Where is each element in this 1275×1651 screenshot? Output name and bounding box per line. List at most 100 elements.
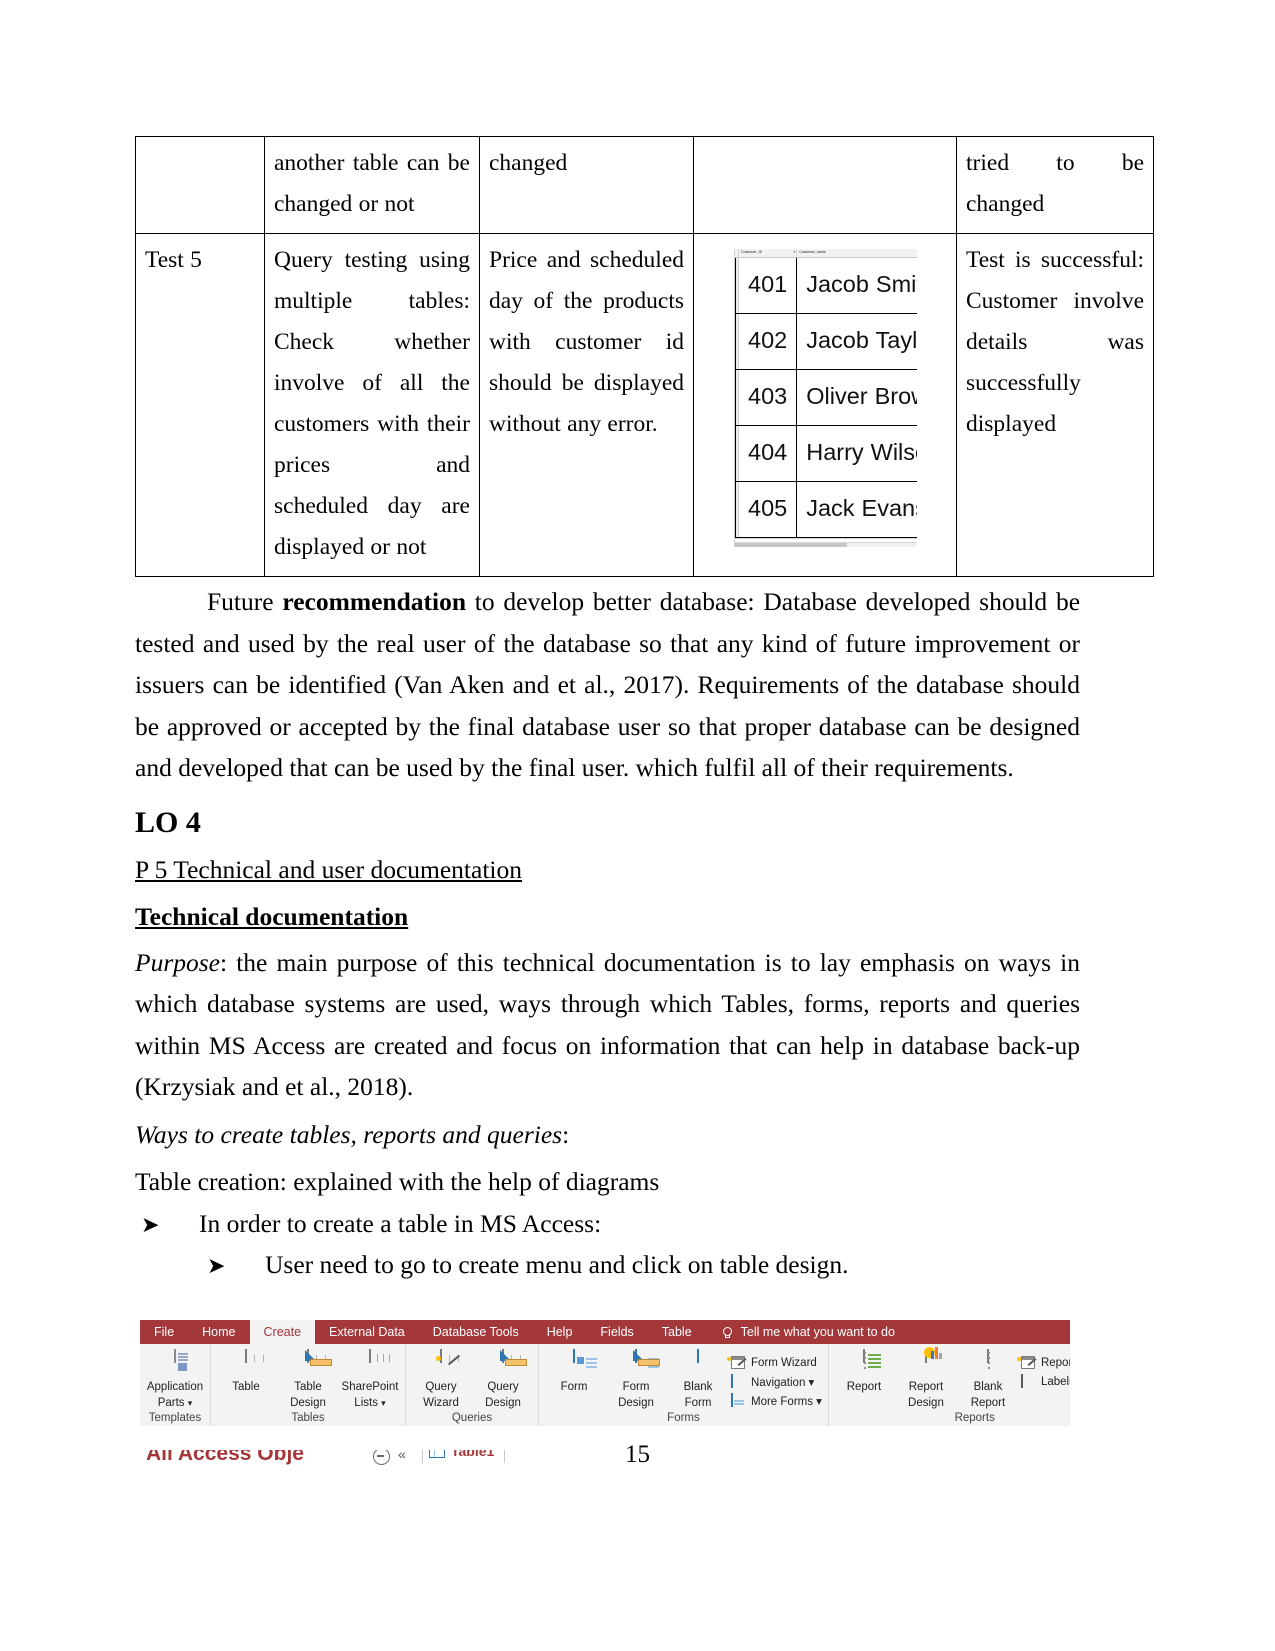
table-design-button[interactable]: Table Design [279, 1349, 337, 1410]
cell-customer-id: 405 [737, 480, 798, 538]
ribbon-group-label: Forms [667, 1412, 700, 1424]
form-design-button[interactable]: Form Design [607, 1349, 665, 1410]
ribbon-group-items: Application Parts ▾ [146, 1344, 204, 1410]
forms-small-commands: Form Wizard Navigation ▾ More Forms ▾ [727, 1350, 822, 1408]
sharepoint-lists-icon [355, 1349, 390, 1378]
table-icon [231, 1349, 264, 1378]
button-label-line2: Design [290, 1397, 326, 1409]
query-wizard-button[interactable]: Query Wizard [412, 1349, 470, 1410]
cell-customer-name: Jacob Smith [796, 256, 917, 314]
ways-heading: Ways to create tables, reports and queri… [135, 1114, 1080, 1156]
p5-heading-text: P 5 Technical and user documentation [135, 854, 522, 884]
cell-expected: Price and scheduled day of the products … [479, 233, 694, 577]
lightbulb-icon [722, 1326, 732, 1338]
ribbon-group-label: Tables [291, 1412, 325, 1424]
table-creation-line: Table creation: explained with the help … [135, 1167, 660, 1196]
ribbon-tab-fields[interactable]: Fields [586, 1320, 647, 1344]
document-page: another table can be changed or not chan… [0, 0, 1275, 1651]
page-content: another table can be changed or not chan… [135, 136, 1154, 1286]
ribbon-group-items: Query Wizard Query Design [412, 1344, 532, 1410]
ribbon-tab-home[interactable]: Home [188, 1320, 249, 1344]
ribbon-tab-create[interactable]: Create [249, 1320, 316, 1344]
test-id-text: Test 5 [145, 247, 202, 273]
expected-text: Price and scheduled day of the products … [489, 247, 684, 437]
cell-customer-name: Jacob Taylor [796, 312, 917, 370]
arrow-bullet-icon: ➤ [141, 1211, 160, 1237]
button-label-line2: Parts ▾ [157, 1397, 193, 1409]
page-number: 15 [625, 1441, 650, 1468]
recommendation-paragraph-block: Future recommendation to develop better … [135, 581, 1080, 789]
report-wizard-button[interactable]: Report Wizard [1016, 1356, 1070, 1370]
button-label-line1: Query [425, 1381, 457, 1393]
report-wizard-icon [1016, 1356, 1037, 1370]
button-label-line2: Design [618, 1397, 654, 1409]
more-forms-button[interactable]: More Forms ▾ [731, 1393, 822, 1408]
blank-report-button[interactable]: Blank Report [959, 1349, 1017, 1410]
sharepoint-lists-button[interactable]: SharePoint Lists ▾ [341, 1349, 399, 1410]
list-item-create-table: ➤ In order to create a table in MS Acces… [135, 1203, 1080, 1245]
datasheet-row: 402 Jacob Taylor 302 2 £20.00 3/2/2020 [734, 312, 917, 370]
cell-expected: changed [479, 136, 694, 234]
arrow-bullet-icon: ➤ [207, 1253, 226, 1278]
ribbon-tab-external-data[interactable]: External Data [315, 1320, 419, 1344]
cell-result: Test is successful: Customer involve det… [956, 233, 1154, 577]
datasheet-row: 405 Jack Evans 305 4 £5.00 2/3/2020 [734, 480, 917, 538]
scrollbar-thumb[interactable] [734, 542, 848, 547]
blank-form-icon [683, 1349, 713, 1378]
form-wizard-button[interactable]: Form Wizard [727, 1356, 822, 1370]
ms-access-ribbon-screenshot: File Home Create External Data Database … [140, 1320, 1070, 1450]
ribbon-tab-table[interactable]: Table [648, 1320, 706, 1344]
form-button[interactable]: Form [545, 1349, 603, 1394]
purpose-text: : the main purpose of this technical doc… [135, 947, 1080, 1102]
button-label-line1: Form [560, 1381, 588, 1393]
ribbon-tab-database-tools[interactable]: Database Tools [419, 1320, 533, 1344]
report-design-icon [911, 1347, 942, 1378]
ribbon-group-label: Templates [148, 1412, 202, 1424]
lo-heading: LO 4 [135, 805, 201, 839]
tell-me-search[interactable]: Tell me what you want to do [706, 1320, 895, 1344]
list-item-label: User need to go to create menu and click… [265, 1250, 849, 1279]
cell-description: Query testing using multiple tables: Che… [264, 233, 480, 577]
cell-test-id: Test 5 [135, 233, 265, 577]
query-design-icon [488, 1349, 527, 1378]
report-button[interactable]: Report [835, 1349, 893, 1394]
cell-result: tried to be changed [956, 136, 1154, 234]
application-parts-icon [160, 1349, 190, 1378]
report-design-button[interactable]: Report Design [897, 1347, 955, 1410]
button-label-line2: Design [485, 1397, 521, 1409]
chevron-down-icon[interactable]: ▾ [188, 1398, 193, 1408]
datasheet-horizontal-scrollbar[interactable] [734, 541, 917, 547]
expected-text: changed [489, 150, 568, 176]
reports-small-commands: Report Wizard Labels [1016, 1350, 1070, 1389]
ribbon-tab-file[interactable]: File [140, 1320, 188, 1344]
ribbon-tab-help[interactable]: Help [533, 1320, 587, 1344]
small-item-label: More Forms ▾ [751, 1396, 822, 1408]
blank-form-button[interactable]: Blank Form [669, 1349, 727, 1410]
ribbon-content: Application Parts ▾ Templates Table Tabl… [140, 1344, 1070, 1426]
form-wizard-icon [727, 1356, 747, 1370]
labels-button[interactable]: Labels [1020, 1374, 1070, 1389]
small-item-label: Report Wizard [1040, 1357, 1070, 1369]
button-label-line1: Blank [973, 1381, 1003, 1393]
table-button[interactable]: Table [217, 1349, 275, 1394]
cell-customer-id: 401 [737, 256, 798, 314]
form-icon [559, 1349, 597, 1378]
button-label-line2: Design [908, 1397, 944, 1409]
button-label-line1: Blank [683, 1381, 713, 1393]
tell-me-placeholder: Tell me what you want to do [740, 1325, 895, 1339]
bullet-list: ➤ In order to create a table in MS Acces… [135, 1203, 1080, 1286]
cell-customer-id: 403 [737, 368, 798, 426]
chevron-down-icon[interactable]: ▾ [381, 1398, 386, 1408]
labels-icon [1020, 1374, 1036, 1389]
button-label-line2: Report [970, 1397, 1006, 1409]
table-design-icon [293, 1349, 332, 1378]
ribbon-group-items: Report Report Design Blank Report Repo L… [835, 1344, 1070, 1410]
application-parts-button[interactable]: Application Parts ▾ [146, 1349, 204, 1410]
ribbon-group-reports: Report Report Design Blank Report Repo L… [827, 1344, 1070, 1426]
navigation-button[interactable]: Navigation ▾ [731, 1374, 822, 1389]
query-design-button[interactable]: Query Design [474, 1349, 532, 1410]
small-item-label: Navigation ▾ [751, 1377, 815, 1389]
button-label-line2: Lists ▾ [354, 1397, 386, 1409]
small-item-label: Form Wizard [751, 1357, 817, 1369]
datasheet-row: 404 Harry Wilson 304 4 £2.00 14/2020 [734, 424, 917, 482]
